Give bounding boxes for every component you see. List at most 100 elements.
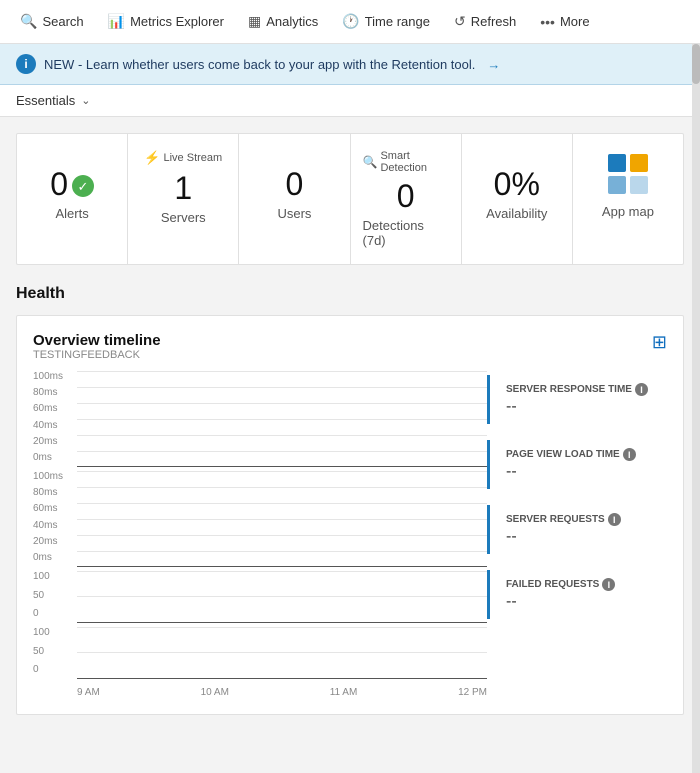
right-metric-failed-requests: FAILED REQUESTS i -- bbox=[487, 570, 667, 619]
y-label: 80ms bbox=[33, 487, 73, 498]
overview-title: Overview timeline bbox=[33, 332, 161, 349]
availability-label: Availability bbox=[486, 206, 547, 221]
y-label: 20ms bbox=[33, 436, 73, 447]
alerts-card[interactable]: 0 ✓ Alerts bbox=[17, 134, 128, 264]
y-label: 20ms bbox=[33, 536, 73, 547]
metrics-explorer-button[interactable]: 📊 Metrics Explorer bbox=[96, 0, 236, 44]
right-metric-server-requests: SERVER REQUESTS i -- bbox=[487, 505, 667, 554]
y-label: 60ms bbox=[33, 503, 73, 514]
info-icon-server-response[interactable]: i bbox=[635, 383, 648, 396]
app-map-label: App map bbox=[602, 204, 654, 219]
x-label: 12 PM bbox=[458, 687, 487, 698]
essentials-bar: Essentials ⌄ bbox=[0, 85, 700, 117]
health-title: Health bbox=[16, 285, 684, 303]
y-label: 100 bbox=[33, 627, 73, 638]
time-range-label: Time range bbox=[365, 14, 430, 29]
chart-section-3: 100 50 0 bbox=[33, 571, 487, 623]
server-response-value: -- bbox=[506, 398, 667, 416]
refresh-button[interactable]: ↺ Refresh bbox=[442, 0, 528, 44]
info-icon-failed-requests[interactable]: i bbox=[602, 578, 615, 591]
analytics-button[interactable]: ▦ Analytics bbox=[236, 0, 330, 44]
chart-section-2: 100ms 80ms 60ms 40ms 20ms 0ms bbox=[33, 471, 487, 567]
overview-header: Overview timeline TESTINGFEEDBACK ⊞ bbox=[33, 332, 667, 369]
failed-requests-label: FAILED REQUESTS i bbox=[506, 578, 667, 591]
alerts-label: Alerts bbox=[55, 206, 88, 221]
smart-detection-badge: 🔍 Smart Detection bbox=[363, 150, 449, 174]
servers-value: 1 bbox=[174, 172, 192, 204]
toolbar: 🔍 Search 📊 Metrics Explorer ▦ Analytics … bbox=[0, 0, 700, 44]
analytics-label: Analytics bbox=[266, 14, 318, 29]
scrollbar-track[interactable] bbox=[692, 44, 700, 773]
detections-label: Detections (7d) bbox=[363, 218, 449, 248]
y-label: 60ms bbox=[33, 403, 73, 414]
x-axis: 9 AM 10 AM 11 AM 12 PM bbox=[33, 683, 487, 698]
metrics-explorer-label: Metrics Explorer bbox=[130, 14, 224, 29]
y-label: 0 bbox=[33, 664, 73, 675]
availability-card[interactable]: 0% Availability bbox=[462, 134, 573, 264]
x-label: 10 AM bbox=[201, 687, 229, 698]
y-label: 80ms bbox=[33, 387, 73, 398]
page-view-value: -- bbox=[506, 463, 667, 481]
detections-value: 0 bbox=[397, 180, 415, 212]
right-metric-server-response: SERVER RESPONSE TIME i -- bbox=[487, 375, 667, 424]
y-label: 50 bbox=[33, 646, 73, 657]
info-icon-server-requests[interactable]: i bbox=[608, 513, 621, 526]
servers-label: Servers bbox=[161, 210, 206, 225]
metrics-row: 0 ✓ Alerts ⚡ Live Stream 1 Servers 0 Use… bbox=[16, 133, 684, 265]
y-label: 0ms bbox=[33, 552, 73, 563]
x-label: 11 AM bbox=[330, 687, 358, 698]
time-range-button[interactable]: 🕐 Time range bbox=[330, 0, 442, 44]
app-map-icon bbox=[604, 150, 652, 198]
chart-section-4: 100 50 0 bbox=[33, 627, 487, 679]
clock-icon: 🕐 bbox=[342, 13, 359, 30]
info-banner: i NEW - Learn whether users come back to… bbox=[0, 44, 700, 85]
y-label: 100 bbox=[33, 571, 73, 582]
search-label: Search bbox=[42, 14, 83, 29]
health-section: Health Overview timeline TESTINGFEEDBACK… bbox=[16, 285, 684, 715]
analytics-icon: ▦ bbox=[248, 13, 261, 30]
chart-section-1: 100ms 80ms 60ms 40ms 20ms 0ms bbox=[33, 371, 487, 467]
failed-requests-value: -- bbox=[506, 593, 667, 611]
alerts-value: 0 ✓ bbox=[50, 168, 94, 200]
y-label: 100ms bbox=[33, 371, 73, 382]
y-labels-section2: 100ms 80ms 60ms 40ms 20ms 0ms bbox=[33, 471, 73, 567]
search-button[interactable]: 🔍 Search bbox=[8, 0, 96, 44]
chart-container: 100ms 80ms 60ms 40ms 20ms 0ms bbox=[33, 371, 667, 698]
server-requests-label: SERVER REQUESTS i bbox=[506, 513, 667, 526]
x-label: 9 AM bbox=[77, 687, 100, 698]
app-map-card[interactable]: App map bbox=[573, 134, 683, 264]
y-labels-section1: 100ms 80ms 60ms 40ms 20ms 0ms bbox=[33, 371, 73, 467]
servers-card[interactable]: ⚡ Live Stream 1 Servers bbox=[128, 134, 239, 264]
right-metric-page-view: PAGE VIEW LOAD TIME i -- bbox=[487, 440, 667, 489]
search-icon: 🔍 bbox=[20, 13, 37, 30]
overview-subtitle: TESTINGFEEDBACK bbox=[33, 349, 161, 361]
main-content: 0 ✓ Alerts ⚡ Live Stream 1 Servers 0 Use… bbox=[0, 117, 700, 731]
more-button[interactable]: ••• More bbox=[528, 0, 601, 44]
users-value: 0 bbox=[286, 168, 304, 200]
y-label: 50 bbox=[33, 590, 73, 601]
detections-card[interactable]: 🔍 Smart Detection 0 Detections (7d) bbox=[351, 134, 462, 264]
y-label: 0ms bbox=[33, 452, 73, 463]
y-labels-section3: 100 50 0 bbox=[33, 571, 73, 623]
y-labels-section4: 100 50 0 bbox=[33, 627, 73, 679]
grid-icon[interactable]: ⊞ bbox=[652, 332, 667, 353]
info-icon-page-view[interactable]: i bbox=[623, 448, 636, 461]
users-card[interactable]: 0 Users bbox=[239, 134, 350, 264]
y-label: 100ms bbox=[33, 471, 73, 482]
scrollbar-thumb[interactable] bbox=[692, 44, 700, 84]
banner-text: NEW - Learn whether users come back to y… bbox=[44, 57, 475, 72]
metrics-icon: 📊 bbox=[108, 13, 125, 30]
chevron-down-icon[interactable]: ⌄ bbox=[81, 94, 90, 107]
y-label: 40ms bbox=[33, 420, 73, 431]
banner-arrow[interactable]: → bbox=[487, 57, 500, 72]
availability-value: 0% bbox=[494, 168, 540, 200]
server-requests-value: -- bbox=[506, 528, 667, 546]
essentials-label: Essentials bbox=[16, 93, 75, 108]
page-view-label: PAGE VIEW LOAD TIME i bbox=[506, 448, 667, 461]
more-label: More bbox=[560, 14, 590, 29]
servers-badge: ⚡ Live Stream bbox=[144, 150, 222, 166]
users-label: Users bbox=[277, 206, 311, 221]
y-label: 0 bbox=[33, 608, 73, 619]
more-icon: ••• bbox=[540, 14, 555, 30]
info-icon: i bbox=[16, 54, 36, 74]
